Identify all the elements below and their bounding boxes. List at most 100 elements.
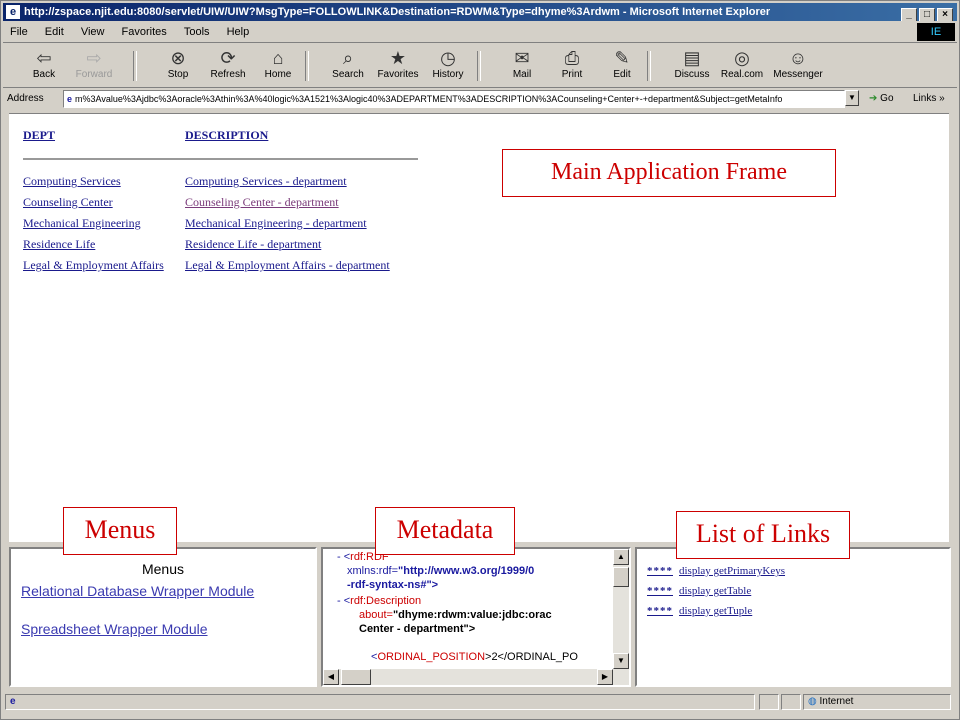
description-link[interactable]: Counseling Center - department (185, 195, 339, 210)
vertical-scrollbar[interactable]: ▲ ▼ (613, 549, 629, 669)
scroll-down-button[interactable]: ▼ (613, 653, 629, 669)
toolbar-mail-button[interactable]: ✉ Mail (497, 47, 547, 80)
toolbar-back-button[interactable]: ⇦ Back (19, 47, 69, 80)
xml-tag: rdf:Description (350, 595, 422, 607)
discuss-icon: ▤ (683, 48, 701, 68)
menu-tools[interactable]: Tools (184, 26, 210, 38)
print-icon: ⎙ (564, 48, 580, 68)
toolbar-label: Back (32, 69, 56, 80)
description-link[interactable]: Residence Life - department (185, 237, 321, 252)
toolbar-discuss-button[interactable]: ▤ Discuss (667, 47, 717, 80)
header-rule (23, 158, 418, 160)
toolbar-history-button[interactable]: ◷ History (423, 47, 473, 80)
toolbar-label: Mail (512, 69, 532, 80)
xml-value: -rdf-syntax-ns#"> (347, 579, 439, 591)
status-pane-2 (781, 694, 801, 710)
toolbar-separator (647, 51, 651, 81)
toolbar-messenger-button[interactable]: ☺ Messenger (773, 47, 823, 80)
stars-link[interactable]: **** (647, 585, 673, 597)
toolbar-label: Stop (167, 69, 189, 80)
toolbar-home-button[interactable]: ⌂ Home (253, 47, 303, 80)
menu-edit[interactable]: Edit (45, 26, 64, 38)
scroll-left-button[interactable]: ◀ (323, 669, 339, 685)
display-method-link[interactable]: display getTuple (679, 605, 752, 617)
menu-help[interactable]: Help (227, 26, 250, 38)
toolbar-label: Forward (75, 69, 113, 80)
relational-wrapper-link[interactable]: Relational Database Wrapper Module (21, 583, 281, 599)
link-list-item: **** display getTable (647, 585, 751, 597)
description-link[interactable]: Computing Services - department (185, 174, 347, 189)
toolbar-print-button[interactable]: ⎙ Print (547, 47, 597, 80)
toolbar-real-com-button[interactable]: ◎ Real.com (717, 47, 767, 80)
dept-link[interactable]: Counseling Center (23, 195, 113, 210)
zone-pane: ◍ Internet (803, 694, 951, 710)
stars-link[interactable]: **** (647, 605, 673, 617)
windows-logo: IE (917, 23, 955, 41)
home-icon: ⌂ (272, 48, 284, 68)
toolbar-label: History (432, 69, 464, 80)
favorites-icon: ★ (389, 48, 407, 68)
toolbar-label: Edit (613, 69, 631, 80)
description-header[interactable]: DESCRIPTION (185, 128, 268, 143)
hscroll-thumb[interactable] (341, 669, 371, 685)
dept-link[interactable]: Legal & Employment Affairs (23, 258, 164, 273)
xml-value: >2</ORDINAL_PO (485, 651, 578, 663)
display-method-link[interactable]: display getPrimaryKeys (679, 565, 785, 577)
toolbar-stop-button[interactable]: ⊗ Stop (153, 47, 203, 80)
horizontal-scrollbar[interactable]: ◀ ▶ (323, 669, 629, 685)
scroll-up-button[interactable]: ▲ (613, 549, 629, 565)
close-button[interactable]: × (937, 8, 953, 21)
status-bar: e ◍ Internet (3, 691, 957, 715)
toolbar-label: Refresh (210, 69, 246, 80)
toolbar-edit-button[interactable]: ✎ Edit (597, 47, 647, 80)
toolbar-label: Search (332, 69, 364, 80)
metadata-frame: - <rdf:RDF xmlns:rdf="http://www.w3.org/1… (321, 547, 631, 687)
address-bar: Address e m%3Avalue%3Ajdbc%3Aoracle%3Athi… (3, 89, 957, 109)
links-button[interactable]: Links » (913, 89, 945, 109)
toolbar: ⇦ Back ⇨ Forward ⊗ Stop ⟳ Refresh ⌂ Home ⌕ Search ★ F… (3, 45, 957, 88)
link-list-item: **** display getTuple (647, 605, 752, 617)
menus-frame: Menus Relational Database Wrapper Module… (9, 547, 317, 687)
toolbar-search-button[interactable]: ⌕ Search (323, 47, 373, 80)
description-link[interactable]: Legal & Employment Affairs - department (185, 258, 390, 273)
menu-bar: File Edit View Favorites Tools Help (3, 22, 957, 43)
spreadsheet-wrapper-link[interactable]: Spreadsheet Wrapper Module (21, 621, 208, 637)
menu-favorites[interactable]: Favorites (122, 26, 167, 38)
window-controls: _ □ × (899, 5, 953, 21)
scroll-thumb[interactable] (613, 567, 629, 587)
go-arrow-icon: ➔ (869, 93, 878, 104)
forward-icon: ⇨ (86, 48, 102, 68)
toolbar-label: Print (561, 69, 583, 80)
toolbar-refresh-button[interactable]: ⟳ Refresh (203, 47, 253, 80)
xml-tag: ORDINAL_POSITION (377, 651, 486, 663)
toolbar-separator (133, 51, 137, 81)
menu-file[interactable]: File (10, 26, 28, 38)
address-input[interactable]: e m%3Avalue%3Ajdbc%3Aoracle%3Athin%3A%40l… (63, 90, 845, 108)
xml-value: "dhyme:rdwm:value:jdbc:orac (392, 609, 552, 621)
browser-window: e http://zspace.njit.edu:8080/servlet/UIW… (0, 0, 960, 720)
toolbar-separator (477, 51, 481, 81)
real-com-icon: ◎ (734, 48, 750, 68)
dept-link[interactable]: Residence Life (23, 237, 95, 252)
description-link[interactable]: Mechanical Engineering - department (185, 216, 367, 231)
dept-link[interactable]: Mechanical Engineering (23, 216, 141, 231)
xml-prefix: xmlns:rdf= (347, 565, 399, 577)
menu-view[interactable]: View (81, 26, 105, 38)
xml-line: - <rdf:Description (337, 595, 421, 607)
xml-prefix: - < (337, 551, 351, 563)
scroll-right-button[interactable]: ▶ (597, 669, 613, 685)
refresh-icon: ⟳ (220, 48, 236, 68)
maximize-button[interactable]: □ (919, 8, 935, 21)
title-bar: e http://zspace.njit.edu:8080/servlet/UIW… (3, 3, 957, 21)
dept-link[interactable]: Computing Services (23, 174, 121, 189)
link-list-item: **** display getPrimaryKeys (647, 565, 785, 577)
dept-header[interactable]: DEPT (23, 128, 55, 143)
main-frame-callout: Main Application Frame (502, 149, 836, 197)
display-method-link[interactable]: display getTable (679, 585, 751, 597)
toolbar-forward-button[interactable]: ⇨ Forward (69, 47, 119, 80)
stars-link[interactable]: **** (647, 565, 673, 577)
address-dropdown-button[interactable]: ▼ (845, 90, 859, 106)
go-button[interactable]: ➔ Go (869, 89, 894, 109)
minimize-button[interactable]: _ (901, 8, 917, 21)
toolbar-favorites-button[interactable]: ★ Favorites (373, 47, 423, 80)
